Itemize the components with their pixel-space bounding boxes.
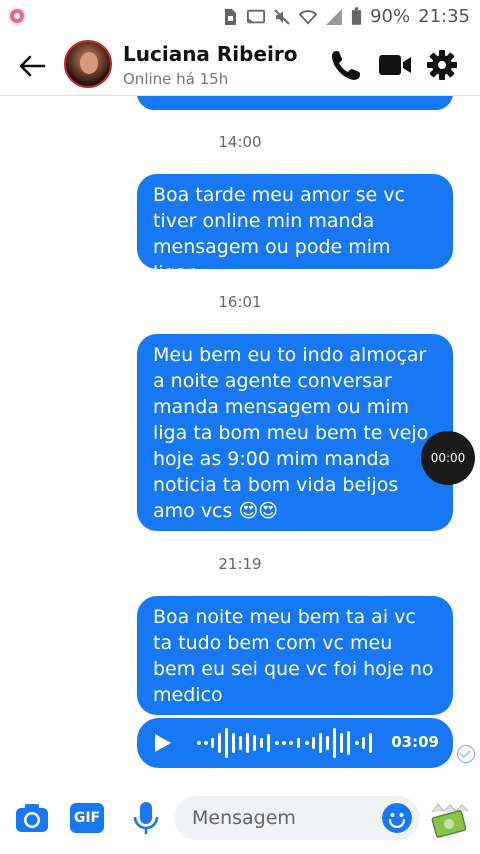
message-input-container[interactable]	[174, 796, 420, 840]
cast-icon	[247, 9, 266, 23]
message-timestamp: 16:01	[218, 293, 262, 311]
video-call-icon[interactable]	[377, 48, 413, 82]
voice-message[interactable]: 03:09	[137, 718, 453, 768]
message-timestamp: 21:19	[218, 555, 262, 573]
emoji-icon[interactable]	[382, 803, 412, 833]
waveform	[197, 728, 372, 758]
gif-button[interactable]: GIF	[70, 803, 104, 833]
sent-message-bubble[interactable]: Boa noite meu bem ta ai vc ta tudo bem c…	[137, 596, 453, 715]
message-list[interactable]: 14:00 Boa tarde meu amor se vc tiver onl…	[0, 96, 480, 782]
contact-name[interactable]: Luciana Ribeiro	[123, 42, 297, 66]
message-bubble-partial[interactable]	[137, 96, 453, 110]
sent-message-bubble[interactable]: Meu bem eu to indo almoçar a noite agent…	[137, 334, 453, 531]
screen-recorder-icon	[8, 7, 26, 25]
battery-icon	[352, 7, 362, 25]
seen-check-icon	[457, 745, 475, 763]
battery-percent: 90%	[370, 6, 411, 27]
camera-icon[interactable]	[14, 800, 50, 836]
mute-icon	[274, 8, 290, 25]
sent-message-bubble[interactable]: Boa tarde meu amor se vc tiver online mi…	[137, 174, 453, 284]
status-bar: 90% 21:35	[0, 0, 480, 34]
message-timestamp: 14:00	[218, 133, 262, 151]
message-composer: GIF	[0, 782, 480, 854]
recording-timer-overlay[interactable]: 00:00	[421, 431, 475, 485]
settings-gear-icon[interactable]	[424, 48, 460, 82]
message-input[interactable]	[192, 796, 372, 840]
money-with-wings-icon[interactable]	[430, 800, 470, 840]
back-arrow-icon[interactable]	[16, 50, 48, 82]
phone-call-icon[interactable]	[328, 48, 364, 82]
voice-message-duration: 03:09	[391, 733, 439, 751]
chat-header: Luciana Ribeiro Online há 15h	[0, 34, 480, 96]
signal-icon	[326, 8, 343, 25]
microphone-icon[interactable]	[128, 800, 164, 836]
play-icon[interactable]	[155, 734, 171, 752]
avatar[interactable]	[64, 40, 112, 88]
contact-status: Online há 15h	[123, 70, 229, 88]
wifi-icon	[299, 9, 318, 25]
sim-icon	[225, 8, 237, 25]
clock: 21:35	[418, 6, 470, 27]
